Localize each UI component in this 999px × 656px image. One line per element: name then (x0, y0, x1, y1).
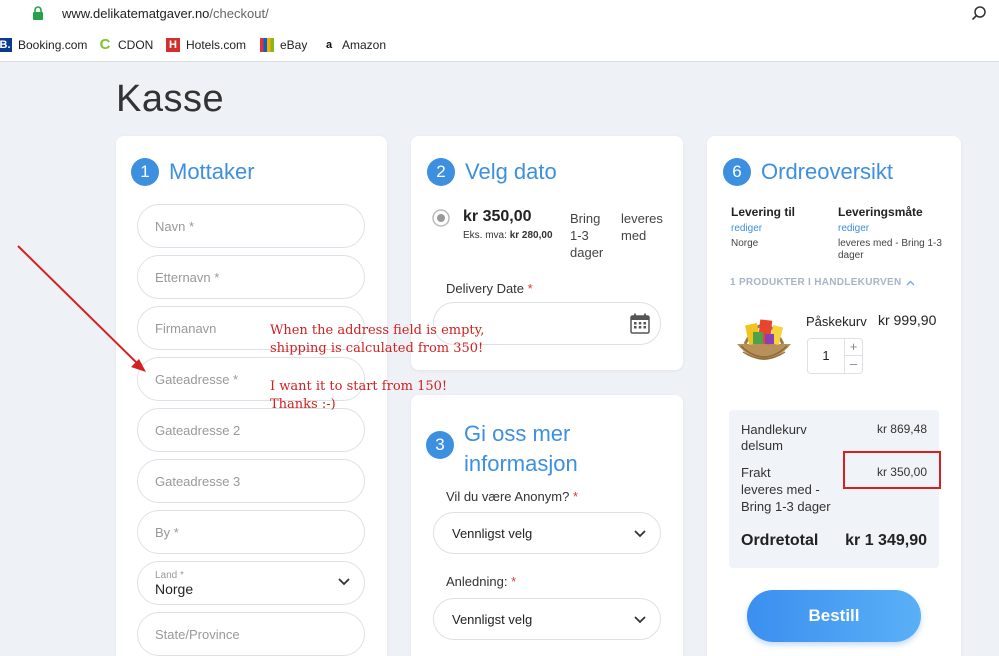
increment-button[interactable]: + (844, 339, 862, 356)
section-title: Ordreoversikt (761, 159, 894, 184)
occasion-select[interactable]: Vennligst velg (433, 598, 661, 640)
cart-count-label: 1 PRODUKTER I HANDLEKURVEN (730, 277, 902, 288)
bookmark-label: Hotels.com (186, 38, 247, 52)
cdon-icon: C (99, 36, 111, 53)
date-header: 2 Velg dato (427, 158, 557, 186)
country-value: Norge (155, 580, 194, 597)
section-title: Velg dato (465, 159, 557, 184)
annotation-highlight-box (843, 451, 941, 489)
bookmark-booking[interactable]: B. Booking.com (0, 37, 87, 53)
state-field[interactable]: State/Province (137, 612, 365, 656)
annotation-text-1: When the address field is empty, (270, 323, 485, 338)
search-icon[interactable] (971, 5, 987, 21)
chevron-down-icon (634, 616, 646, 624)
order-card: 6 Ordreoversikt Levering til rediger Nor… (707, 136, 961, 656)
delivery-to-value: Norge (731, 238, 759, 249)
bookmark-cdon[interactable]: C CDON (98, 36, 154, 53)
step-number: 6 (723, 158, 751, 186)
address3-field[interactable]: Gateadresse 3 (137, 459, 365, 503)
shipping-radio[interactable] (432, 209, 450, 227)
page-title: Kasse (116, 78, 225, 120)
chevron-up-icon (906, 280, 915, 285)
shipping-ex-vat: Eks. mva: kr 280,00 (463, 230, 553, 241)
method-label: Leveringsmåte (838, 205, 923, 219)
delivery-date-label: Delivery Date * (446, 281, 533, 296)
method-edit-link[interactable]: rediger (838, 223, 869, 234)
calendar-icon[interactable] (630, 313, 650, 334)
booking-icon: B. (0, 38, 12, 52)
address-bar[interactable]: www.delikatematgaver.no/checkout/ (0, 0, 999, 28)
annotation-text-2: shipping is calculated from 350! (270, 341, 484, 356)
product-price: kr 999,90 (878, 312, 937, 328)
product-name: Påskekurv (806, 314, 867, 329)
decrement-button[interactable]: – (844, 356, 862, 373)
country-select[interactable]: Land * Norge (137, 561, 365, 605)
delivery-to-label: Levering til (731, 205, 796, 219)
shipping-price: kr 350,00 (463, 208, 532, 225)
product-image (737, 319, 791, 360)
city-field[interactable]: By * (137, 510, 365, 554)
bookmark-hotels[interactable]: H Hotels.com (166, 37, 246, 53)
order-header: 6 Ordreoversikt (723, 158, 893, 186)
bookmark-ebay[interactable]: eBay (260, 37, 307, 53)
lock-icon (33, 6, 43, 20)
quantity-stepper[interactable]: 1 + – (807, 338, 863, 374)
chevron-down-icon (338, 578, 350, 586)
step-number: 1 (131, 158, 159, 186)
delivery-to-edit-link[interactable]: rediger (731, 223, 762, 234)
shipping-sub: leveres med - Bring 1-3 dager (741, 482, 831, 514)
total-value: kr 1 349,90 (845, 532, 927, 549)
amazon-icon: a (325, 39, 333, 51)
method-value: leveres med - Bring 1-3 dager (838, 238, 942, 261)
annotation-text-4: Thanks :-) (270, 397, 336, 412)
section-title: Mottaker (169, 159, 255, 184)
recipient-card: 1 Mottaker Navn * Etternavn * Firmanavn … (116, 136, 387, 656)
anon-label: Vil du være Anonym? * (446, 489, 579, 504)
step-number: 2 (427, 158, 455, 186)
order-summary: Handlekurv delsum kr 869,48 Frakt levere… (729, 410, 939, 568)
bookmark-amazon[interactable]: a Amazon (322, 37, 386, 53)
bookmark-label: Booking.com (18, 38, 88, 52)
annotation-text-3: I want it to start from 150! (270, 379, 448, 394)
bookmark-label: eBay (280, 38, 308, 52)
step-number: 3 (426, 431, 454, 459)
shipping-label: Frakt (741, 465, 771, 480)
first-name-field[interactable]: Navn * (137, 204, 365, 248)
shipping-desc: leveres med (621, 211, 663, 243)
bookmarks-bar: B. Booking.com C CDON H Hotels.com eBay … (0, 28, 999, 62)
subtotal-label: Handlekurv delsum (741, 422, 807, 453)
country-label: Land * (155, 569, 184, 581)
annotation-arrow (17, 245, 146, 372)
occasion-label: Anledning: * (446, 574, 517, 589)
cart-toggle[interactable]: 1 PRODUKTER I HANDLEKURVEN (730, 277, 915, 288)
bookmark-label: CDON (118, 38, 154, 52)
chevron-down-icon (634, 530, 646, 538)
anon-value: Vennligst velg (452, 525, 533, 541)
submit-order-button[interactable]: Bestill (747, 590, 921, 642)
bookmark-label: Amazon (342, 38, 387, 52)
anon-select[interactable]: Vennligst velg (433, 512, 661, 554)
address2-field[interactable]: Gateadresse 2 (137, 408, 365, 452)
info-card: 3 Gi oss mer informasjon Vil du være Ano… (411, 395, 683, 656)
ebay-icon (260, 38, 274, 52)
quantity-value[interactable]: 1 (808, 339, 844, 373)
subtotal-value: kr 869,48 (876, 422, 927, 436)
section-title: Gi oss mer informasjon (464, 421, 578, 476)
recipient-header: 1 Mottaker (131, 158, 255, 186)
last-name-field[interactable]: Etternavn * (137, 255, 365, 299)
hotels-icon: H (166, 38, 180, 52)
occasion-value: Vennligst velg (452, 611, 533, 627)
total-label: Ordretotal (741, 532, 819, 549)
url-text[interactable]: www.delikatematgaver.no/checkout/ (62, 6, 269, 21)
shipping-method: Bring 1-3 dager (570, 211, 604, 260)
